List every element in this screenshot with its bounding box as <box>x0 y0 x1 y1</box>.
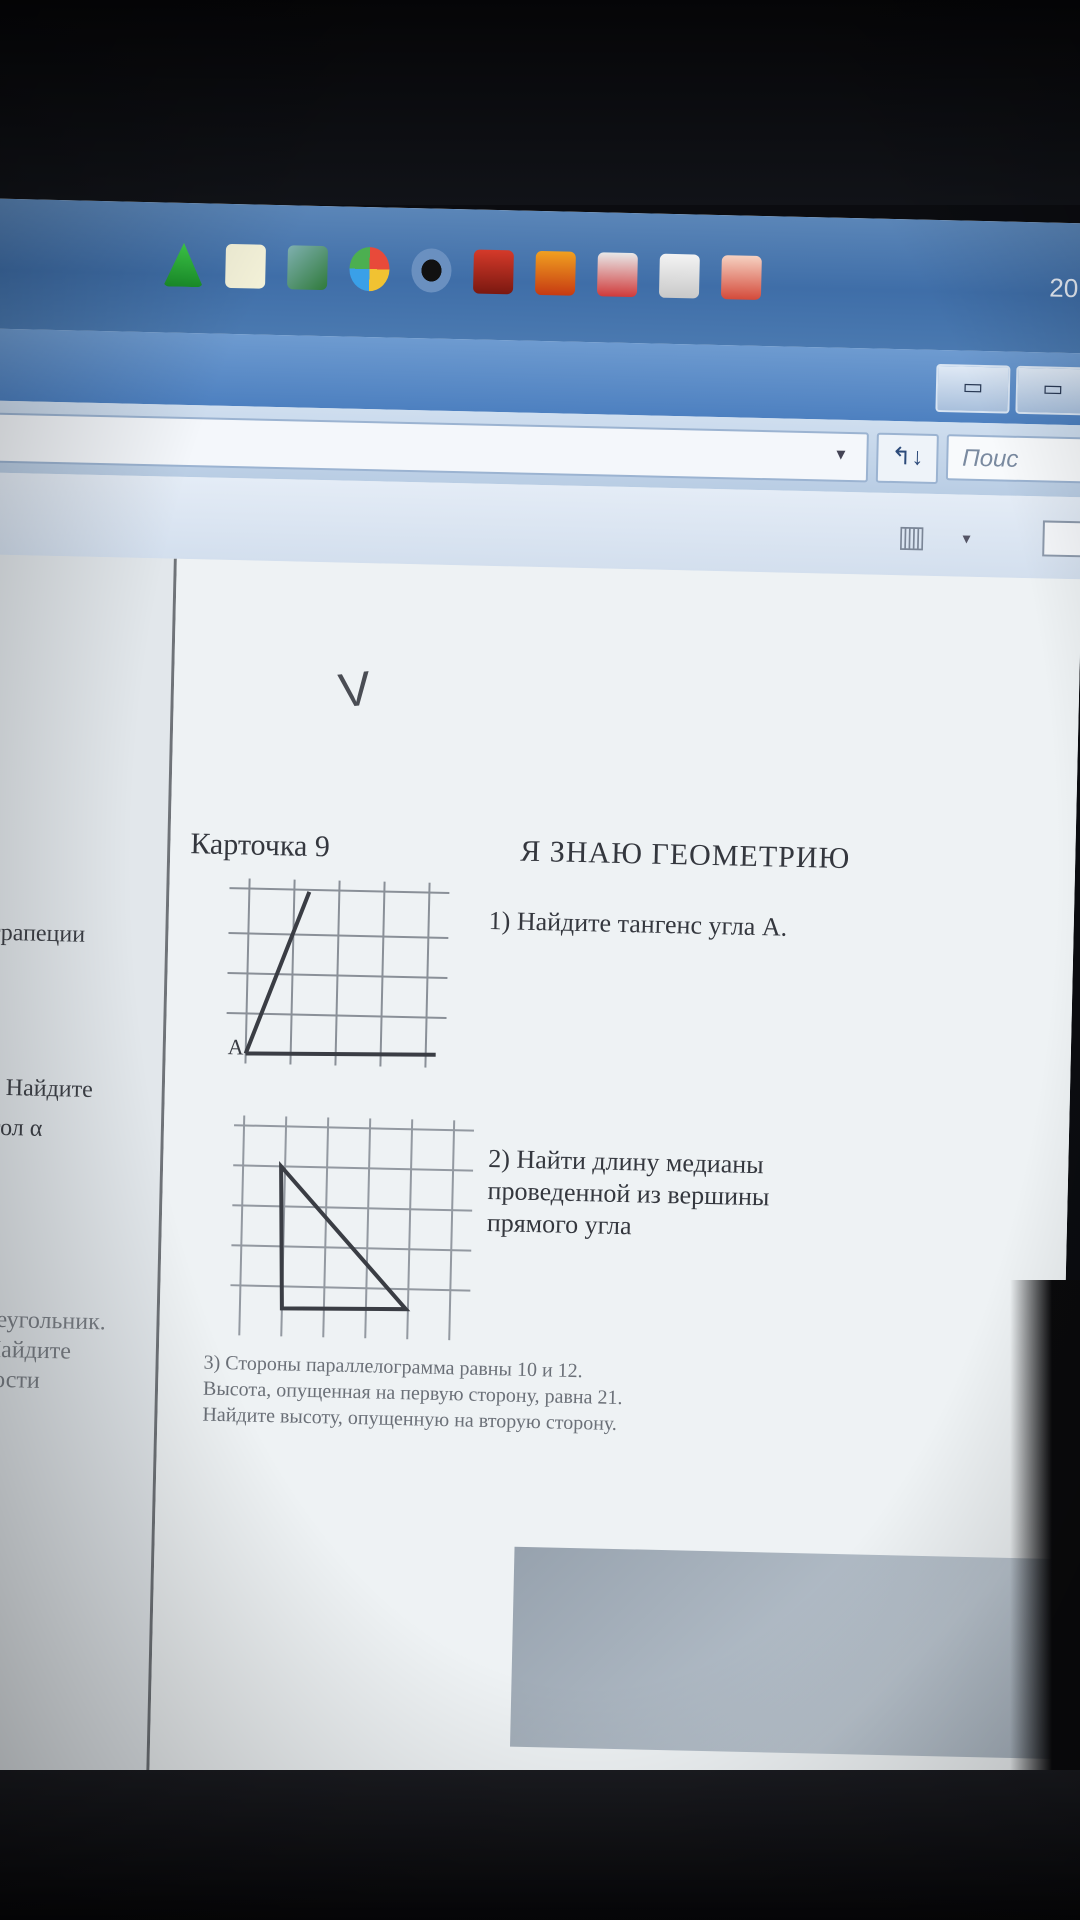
address-input[interactable] <box>0 411 869 483</box>
flag-icon[interactable] <box>534 250 576 296</box>
flag-icon[interactable] <box>658 253 700 299</box>
eye-icon[interactable] <box>410 248 452 293</box>
document-viewer: е трапеции 2) Найдите угол α реугольник.… <box>0 553 1080 1833</box>
tool-icon[interactable] <box>287 245 329 291</box>
font-a-icon[interactable] <box>163 242 204 287</box>
clock[interactable]: 20 <box>1049 273 1079 305</box>
taskbar: 20 <box>0 198 1080 354</box>
left-page-text: Найдите <box>0 1336 72 1365</box>
maximize-button[interactable]: ▭ <box>1015 365 1080 416</box>
address-dropdown-icon[interactable]: ▾ <box>836 444 845 465</box>
grid-lines <box>230 1115 474 1341</box>
grid-lines <box>226 878 450 1068</box>
left-page-text: реугольник. <box>0 1306 107 1336</box>
figure-median-grid <box>230 1115 474 1341</box>
left-page: е трапеции 2) Найдите угол α реугольник.… <box>0 553 177 1813</box>
flag-icon[interactable] <box>596 252 638 298</box>
task-1: 1) Найдите тангенс угла А. <box>488 905 788 942</box>
refresh-button[interactable]: ↰↓ <box>875 432 939 485</box>
base-line <box>245 1051 436 1057</box>
task-2-line: прямого угла <box>486 1207 632 1241</box>
check-mark: V <box>335 662 374 719</box>
left-page-text: угол α <box>0 1114 43 1142</box>
flag-icon[interactable] <box>472 249 514 295</box>
right-triangle <box>279 1160 411 1312</box>
vertex-label: A <box>228 1034 245 1059</box>
card-title: Карточка 9 <box>190 827 331 864</box>
worksheet-page: V Карточка 9 Я ЗНАЮ ГЕОМЕТРИЮ A 1) Найди… <box>148 558 1080 1833</box>
photo-of-monitor: 20 ▭ ▭ ▾ ↰↓ Поис ▥ ▾ е трапеции 2) Найди… <box>0 0 1080 1920</box>
view-options-icon[interactable]: ▥ <box>897 519 922 555</box>
left-page-text: е трапеции <box>0 919 86 948</box>
monitor-bezel-top <box>0 0 1080 205</box>
task-2-line: проведенной из вершины <box>487 1176 770 1212</box>
screen: 20 ▭ ▭ ▾ ↰↓ Поис ▥ ▾ е трапеции 2) Найди… <box>0 198 1080 1833</box>
blurred-region <box>510 1546 1080 1762</box>
chevron-down-icon[interactable]: ▾ <box>962 529 970 549</box>
left-page-text: ости <box>0 1366 41 1394</box>
preview-pane-icon[interactable] <box>1042 520 1080 558</box>
flag-icon[interactable] <box>720 255 762 300</box>
card-heading: Я ЗНАЮ ГЕОМЕТРИЮ <box>519 834 851 876</box>
office-icon[interactable] <box>348 246 390 292</box>
monitor-bezel-bottom <box>0 1770 1080 1920</box>
taskbar-icons <box>163 242 762 300</box>
document-icon[interactable] <box>225 243 267 289</box>
task-2-line: 2) Найти длину медианы <box>488 1144 765 1180</box>
figure-tangent-grid: A <box>226 878 450 1068</box>
search-input[interactable]: Поис <box>945 434 1080 484</box>
left-page-text: 2) Найдите <box>0 1074 94 1104</box>
minimize-button[interactable]: ▭ <box>935 363 1011 414</box>
